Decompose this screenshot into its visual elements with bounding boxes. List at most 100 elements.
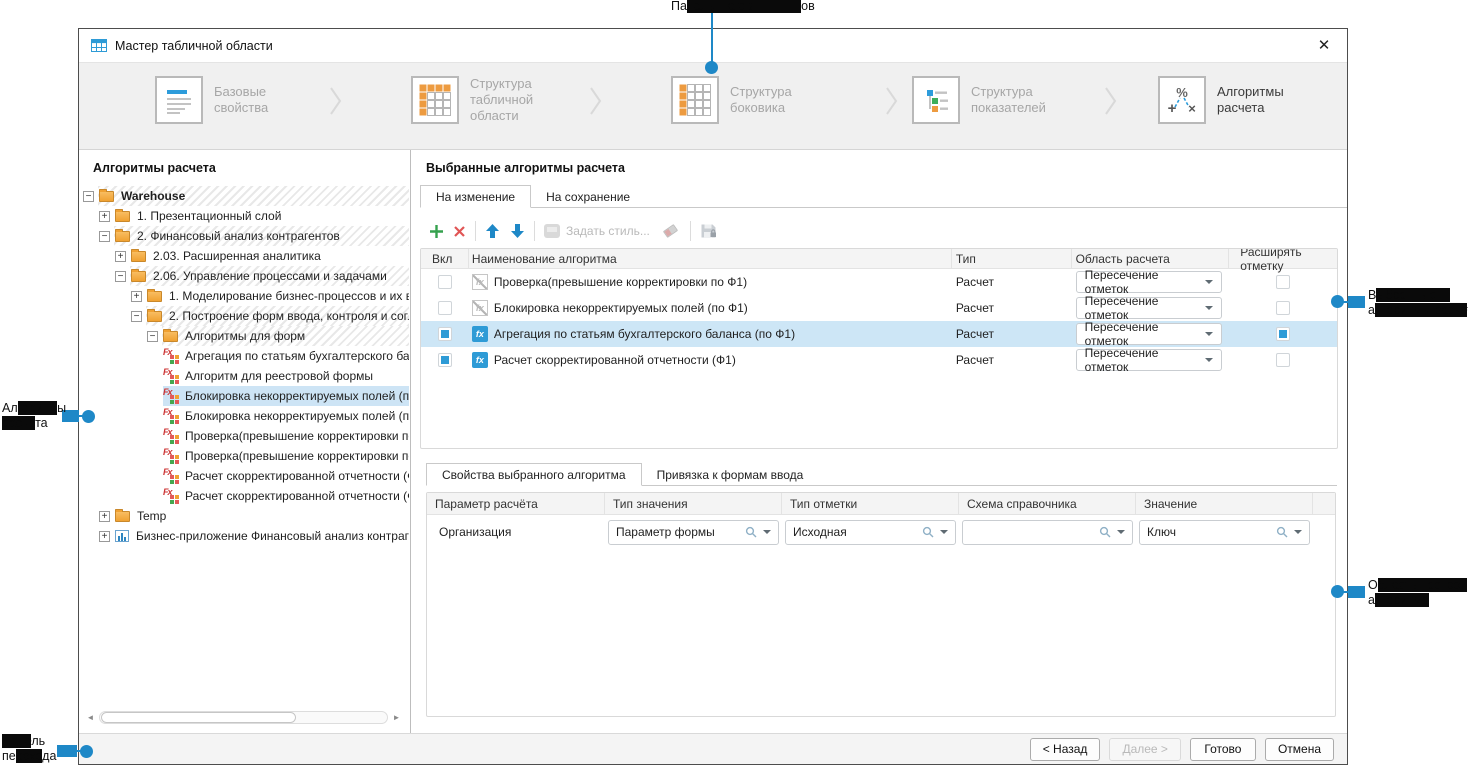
scrollbar-thumb[interactable]	[101, 712, 296, 723]
tree-item[interactable]: −2. Построение форм ввода, контроля и со…	[79, 306, 409, 326]
tree-item-label: 1. Моделирование бизнес-процессов и их в…	[169, 289, 409, 303]
annotation-text: а	[1368, 593, 1375, 607]
calc-scope-value: Пересечение отметок	[1085, 268, 1205, 296]
redaction-box: расче	[2, 416, 35, 430]
finish-button[interactable]: Готово	[1190, 738, 1256, 761]
tree-item[interactable]: Агрегация по статьям бухгалтерского бала…	[79, 346, 409, 366]
calc-scope-select[interactable]: Пересечение отметок	[1076, 349, 1222, 371]
scroll-left-icon[interactable]: ◄	[83, 710, 98, 725]
move-down-icon[interactable]	[510, 219, 525, 243]
tree-item[interactable]: +2.03. Расширенная аналитика	[79, 246, 409, 266]
enabled-checkbox[interactable]	[438, 275, 452, 289]
formula-icon	[163, 409, 179, 424]
dropdown-arrow-icon	[1205, 306, 1213, 310]
close-icon[interactable]: ✕	[1303, 29, 1345, 61]
tree-item[interactable]: Блокировка некорректируемых полей (по Ф2…	[79, 406, 409, 426]
algorithm-name: Проверка(превышение корректировки по Ф1)	[494, 275, 747, 289]
annotation-text: пе	[2, 749, 16, 763]
collapse-icon[interactable]: −	[147, 331, 158, 342]
set-style-icon	[544, 224, 560, 238]
collapse-icon[interactable]: −	[99, 231, 110, 242]
step-table-area-structure[interactable]: Структура табличной области	[411, 76, 576, 124]
document-icon	[155, 76, 203, 124]
tree-item-label: Расчет скорректированной отчетности (Ф1)	[185, 469, 409, 483]
tab-on-save[interactable]: На сохранение	[531, 185, 645, 208]
tree-item[interactable]: −2. Финансовый анализ контрагентов	[79, 226, 409, 246]
tree-item-label: Проверка(превышение корректировки по Ф2)	[185, 449, 409, 463]
expand-icon[interactable]: +	[99, 211, 110, 222]
tab-input-forms-binding[interactable]: Привязка к формам ввода	[642, 463, 819, 486]
tree-item[interactable]: −Warehouse	[79, 186, 409, 206]
toolbar-separator	[534, 221, 535, 241]
algorithm-properties-table: Параметр расчёта Тип значения Тип отметк…	[426, 492, 1336, 717]
col-dictionary-schema: Схема справочника	[959, 493, 1136, 514]
tree-item[interactable]: +1. Моделирование бизнес-процессов и их …	[79, 286, 409, 306]
step-label: Алгоритмы расчета	[1217, 84, 1323, 116]
table-row[interactable]: Блокировка некорректируемых полей (по Ф1…	[421, 295, 1337, 321]
step-sidehead-structure[interactable]: Структура боковика	[671, 76, 836, 124]
value-select[interactable]: Ключ	[1139, 520, 1310, 545]
title-bar: Мастер табличной области ✕	[79, 29, 1347, 62]
back-button[interactable]: < Назад	[1030, 738, 1101, 761]
tree-item[interactable]: Расчет скорректированной отчетности (Ф2)	[79, 486, 409, 506]
expand-mark-checkbox[interactable]	[1276, 353, 1290, 367]
tab-on-change[interactable]: На изменение	[420, 185, 531, 208]
mark-type-select[interactable]: Исходная	[785, 520, 956, 545]
step-calculation-algorithms[interactable]: % + × Алгоритмы расчета	[1158, 76, 1323, 124]
step-indicators-structure[interactable]: Структура показателей	[912, 76, 1077, 124]
table-row[interactable]: Агрегация по статьям бухгалтерского бала…	[421, 321, 1337, 347]
tree-item[interactable]: Блокировка некорректируемых полей (по Ф1…	[79, 386, 409, 406]
collapse-icon[interactable]: −	[83, 191, 94, 202]
tree-item-body: 2.06. Управление процессами и задачами	[130, 266, 409, 286]
tree-item[interactable]: Проверка(превышение корректировки по Ф1)	[79, 426, 409, 446]
algorithm-icon	[472, 352, 488, 368]
value-type-select[interactable]: Параметр формы	[608, 520, 779, 545]
tree-item[interactable]: Проверка(превышение корректировки по Ф2)	[79, 446, 409, 466]
next-button: Далее >	[1109, 738, 1181, 761]
expand-mark-checkbox[interactable]	[1276, 327, 1290, 341]
expand-icon[interactable]: +	[131, 291, 142, 302]
expand-mark-checkbox[interactable]	[1276, 301, 1290, 315]
step-basic-properties[interactable]: Базовые свойства	[155, 76, 286, 124]
collapse-icon[interactable]: −	[115, 271, 126, 282]
cancel-button[interactable]: Отмена	[1265, 738, 1334, 761]
calc-scope-select[interactable]: Пересечение отметок	[1076, 297, 1222, 319]
enabled-checkbox[interactable]	[438, 327, 452, 341]
tree-item-label: 2.03. Расширенная аналитика	[153, 249, 321, 263]
tree-item-body: 2.03. Расширенная аналитика	[130, 246, 409, 266]
collapse-icon[interactable]: −	[131, 311, 142, 322]
scroll-right-icon[interactable]: ►	[389, 710, 404, 725]
horizontal-scrollbar[interactable]: ◄ ►	[83, 709, 404, 725]
set-style-label: Задать стиль...	[566, 224, 650, 238]
tree-item[interactable]: −2.06. Управление процессами и задачами	[79, 266, 409, 286]
expand-mark-checkbox[interactable]	[1276, 275, 1290, 289]
delete-icon[interactable]	[453, 219, 466, 243]
add-icon[interactable]	[428, 219, 445, 243]
tree-item[interactable]: +Temp	[79, 506, 409, 526]
enabled-checkbox[interactable]	[438, 301, 452, 315]
formula-icon	[163, 369, 179, 384]
search-icon	[745, 526, 758, 539]
table-row[interactable]: Расчет скорректированной отчетности (Ф1)…	[421, 347, 1337, 373]
scrollbar-track[interactable]	[99, 711, 388, 724]
tree-item[interactable]: Расчет скорректированной отчетности (Ф1)	[79, 466, 409, 486]
tree-item[interactable]: Алгоритм для реестровой формы	[79, 366, 409, 386]
expand-icon[interactable]: +	[99, 531, 110, 542]
move-up-icon[interactable]	[485, 219, 500, 243]
value-type-value: Параметр формы	[616, 525, 740, 539]
calc-scope-select[interactable]: Пересечение отметок	[1076, 323, 1222, 345]
tree-item[interactable]: +Бизнес-приложение Финансовый анализ кон…	[79, 526, 409, 546]
tree-item[interactable]: +1. Презентационный слой	[79, 206, 409, 226]
calc-scope-select[interactable]: Пересечение отметок	[1076, 271, 1222, 293]
tree-item[interactable]: −Алгоритмы для форм	[79, 326, 409, 346]
callout-rect	[1348, 296, 1365, 308]
table-row[interactable]: Проверка(превышение корректировки по Ф1)…	[421, 269, 1337, 295]
dropdown-arrow-icon	[1294, 530, 1302, 534]
parameter-row[interactable]: Организация Параметр формы Исходная	[427, 518, 1335, 546]
expand-icon[interactable]: +	[99, 511, 110, 522]
dictionary-schema-select[interactable]	[962, 520, 1133, 545]
enabled-checkbox[interactable]	[438, 353, 452, 367]
expand-icon[interactable]: +	[115, 251, 126, 262]
tab-algorithm-properties[interactable]: Свойства выбранного алгоритма	[426, 463, 642, 486]
annotation-line: Алгоритмы	[2, 401, 64, 416]
